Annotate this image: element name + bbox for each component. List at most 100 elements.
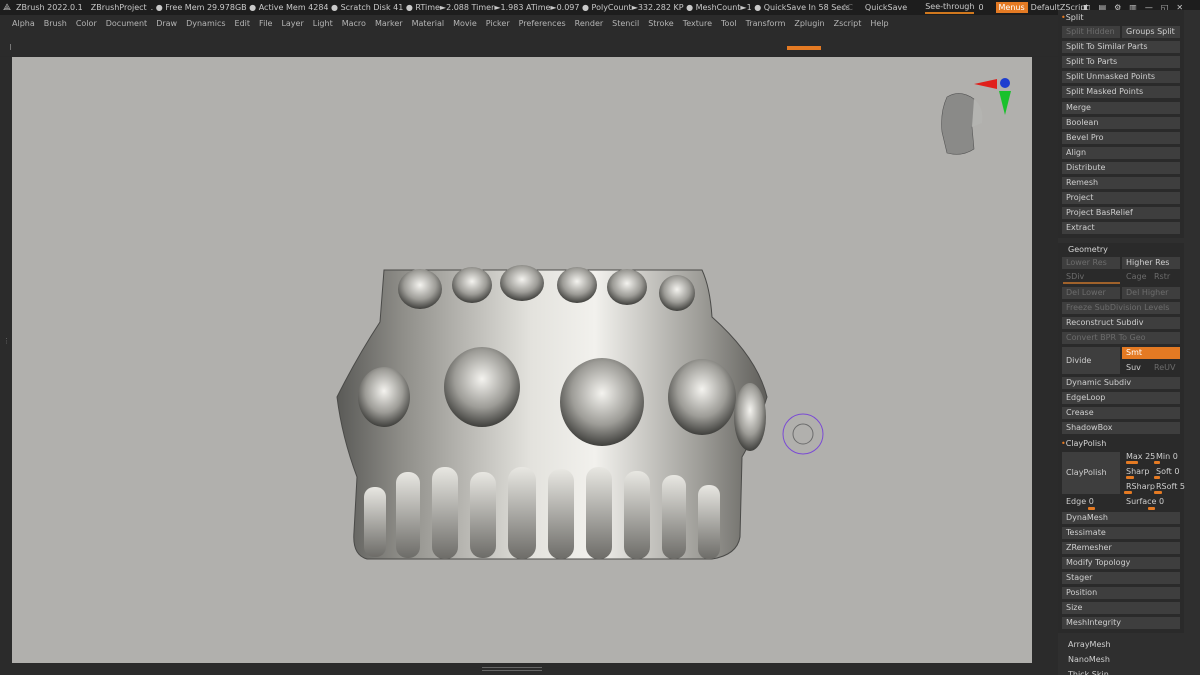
menu-render[interactable]: Render <box>575 19 603 28</box>
geometry-stager-button[interactable]: Stager <box>1062 572 1180 584</box>
subpanel-nanomesh[interactable]: NanoMesh <box>1068 655 1110 664</box>
soft-value: 0 <box>1174 467 1180 476</box>
rsoft-value: 5 <box>1179 482 1185 491</box>
surface-label: Surface <box>1126 497 1157 506</box>
menu-layer[interactable]: Layer <box>281 19 303 28</box>
menu-texture[interactable]: Texture <box>683 19 712 28</box>
rsoft-slider-handle[interactable] <box>1154 491 1162 494</box>
soft-slider-handle[interactable] <box>1154 476 1160 479</box>
zbrush-logo-icon: ⟁ <box>3 2 12 13</box>
geometry-meshintegrity-button[interactable]: MeshIntegrity <box>1062 617 1180 629</box>
min-label: Min <box>1156 452 1171 461</box>
split-similar-parts-button[interactable]: Split To Similar Parts <box>1062 41 1180 53</box>
menu-tool[interactable]: Tool <box>721 19 737 28</box>
subtool-align-button[interactable]: Align <box>1062 147 1180 159</box>
subtool-project-button[interactable]: Project <box>1062 192 1180 204</box>
split-masked-button[interactable]: Split Masked Points <box>1062 86 1180 98</box>
geometry-dynamesh-button[interactable]: DynaMesh <box>1062 512 1180 524</box>
menu-macro[interactable]: Macro <box>342 19 366 28</box>
split-hidden-button[interactable]: Split Hidden <box>1062 26 1120 38</box>
split-title: Split <box>1065 13 1084 22</box>
menu-help[interactable]: Help <box>870 19 888 28</box>
menu-dynamics[interactable]: Dynamics <box>186 19 225 28</box>
split-section-header[interactable]: •Split <box>1061 13 1083 22</box>
subtool-distribute-button[interactable]: Distribute <box>1062 162 1180 174</box>
split-unmasked-button[interactable]: Split Unmasked Points <box>1062 71 1180 83</box>
divide-button[interactable]: Divide <box>1062 347 1120 374</box>
bottom-tray-handle[interactable] <box>482 667 542 671</box>
subtool-project-basrelief-button[interactable]: Project BasRelief <box>1062 207 1180 219</box>
subtool-bevel-pro-button[interactable]: Bevel Pro <box>1062 132 1180 144</box>
groups-split-button[interactable]: Groups Split <box>1122 26 1180 38</box>
dynamic-subdiv-button[interactable]: Dynamic Subdiv <box>1062 377 1180 389</box>
geometry-position-button[interactable]: Position <box>1062 587 1180 599</box>
menu-stencil[interactable]: Stencil <box>612 19 639 28</box>
rsharp-slider-handle[interactable] <box>1124 491 1132 494</box>
split-to-parts-button[interactable]: Split To Parts <box>1062 56 1180 68</box>
convert-bpr-button[interactable]: Convert BPR To Geo <box>1062 332 1180 344</box>
subtool-extract-button[interactable]: Extract <box>1062 222 1180 234</box>
geometry-header[interactable]: Geometry <box>1068 245 1108 254</box>
menu-transform[interactable]: Transform <box>746 19 786 28</box>
menu-zscript[interactable]: Zscript <box>834 19 862 28</box>
model-render[interactable] <box>12 57 1032 663</box>
reuv-toggle[interactable]: ReUV <box>1150 362 1180 374</box>
subpanel-arraymesh[interactable]: ArrayMesh <box>1068 640 1111 649</box>
subpanel-thick-skin[interactable]: Thick Skin <box>1068 670 1109 675</box>
subtool-remesh-button[interactable]: Remesh <box>1062 177 1180 189</box>
claypolish-button[interactable]: ClayPolish <box>1062 452 1120 494</box>
subtool-merge-button[interactable]: Merge <box>1062 102 1180 114</box>
geometry-size-button[interactable]: Size <box>1062 602 1180 614</box>
edge-slider-handle[interactable] <box>1088 507 1095 510</box>
menu-light[interactable]: Light <box>313 19 333 28</box>
del-higher-button[interactable]: Del Higher <box>1122 287 1180 299</box>
shelf-active-indicator <box>787 46 821 50</box>
crease-button[interactable]: Crease <box>1062 407 1180 419</box>
menu-edit[interactable]: Edit <box>235 19 251 28</box>
max-slider-handle[interactable] <box>1126 461 1138 464</box>
subtool-boolean-button[interactable]: Boolean <box>1062 117 1180 129</box>
app-title: ZBrush 2022.0.1 <box>16 3 83 12</box>
menu-document[interactable]: Document <box>106 19 147 28</box>
geometry-zremesher-button[interactable]: ZRemesher <box>1062 542 1180 554</box>
smt-toggle[interactable]: Smt <box>1122 347 1180 359</box>
edge-label: Edge <box>1066 497 1087 506</box>
rstr-button[interactable]: Rstr <box>1150 271 1180 283</box>
navigation-head-gizmo-icon[interactable] <box>941 78 1011 155</box>
left-tray: ⋮ <box>0 57 12 663</box>
del-lower-button[interactable]: Del Lower <box>1062 287 1120 299</box>
menu-material[interactable]: Material <box>412 19 445 28</box>
menu-alpha[interactable]: Alpha <box>12 19 35 28</box>
menu-color[interactable]: Color <box>76 19 97 28</box>
menu-movie[interactable]: Movie <box>453 19 477 28</box>
claypolish-header[interactable]: •ClayPolish <box>1061 439 1106 448</box>
max-label: Max <box>1126 452 1143 461</box>
menu-marker[interactable]: Marker <box>375 19 403 28</box>
reconstruct-subdiv-button[interactable]: Reconstruct Subdiv <box>1062 317 1180 329</box>
menu-brush[interactable]: Brush <box>44 19 67 28</box>
menu-preferences[interactable]: Preferences <box>519 19 566 28</box>
shadowbox-button[interactable]: ShadowBox <box>1062 422 1180 434</box>
see-through-slider[interactable]: See-through <box>925 2 975 14</box>
menu-draw[interactable]: Draw <box>156 19 177 28</box>
menu-file[interactable]: File <box>259 19 272 28</box>
tray-handle-icon[interactable]: ⋮ <box>3 337 10 345</box>
menu-stroke[interactable]: Stroke <box>648 19 674 28</box>
menus-toggle[interactable]: Menus <box>995 2 1028 13</box>
edgeloop-button[interactable]: EdgeLoop <box>1062 392 1180 404</box>
ac-button[interactable]: AC <box>842 3 853 12</box>
geometry-tessimate-button[interactable]: Tessimate <box>1062 527 1180 539</box>
suv-toggle[interactable]: Suv <box>1122 362 1150 374</box>
menu-zplugin[interactable]: Zplugin <box>794 19 824 28</box>
geometry-modify-topology-button[interactable]: Modify Topology <box>1062 557 1180 569</box>
menu-picker[interactable]: Picker <box>486 19 510 28</box>
freeze-subdivision-button[interactable]: Freeze SubDivision Levels <box>1062 302 1180 314</box>
quicksave-button[interactable]: QuickSave <box>865 3 907 12</box>
min-slider-handle[interactable] <box>1154 461 1160 464</box>
higher-res-button[interactable]: Higher Res <box>1122 257 1180 269</box>
surface-slider-handle[interactable] <box>1148 507 1155 510</box>
cage-button[interactable]: Cage <box>1122 271 1150 283</box>
sharp-slider-handle[interactable] <box>1126 476 1134 479</box>
title-right-controls: AC QuickSave See-through 0 Menus Default… <box>842 0 1089 15</box>
lower-res-button[interactable]: Lower Res <box>1062 257 1120 269</box>
